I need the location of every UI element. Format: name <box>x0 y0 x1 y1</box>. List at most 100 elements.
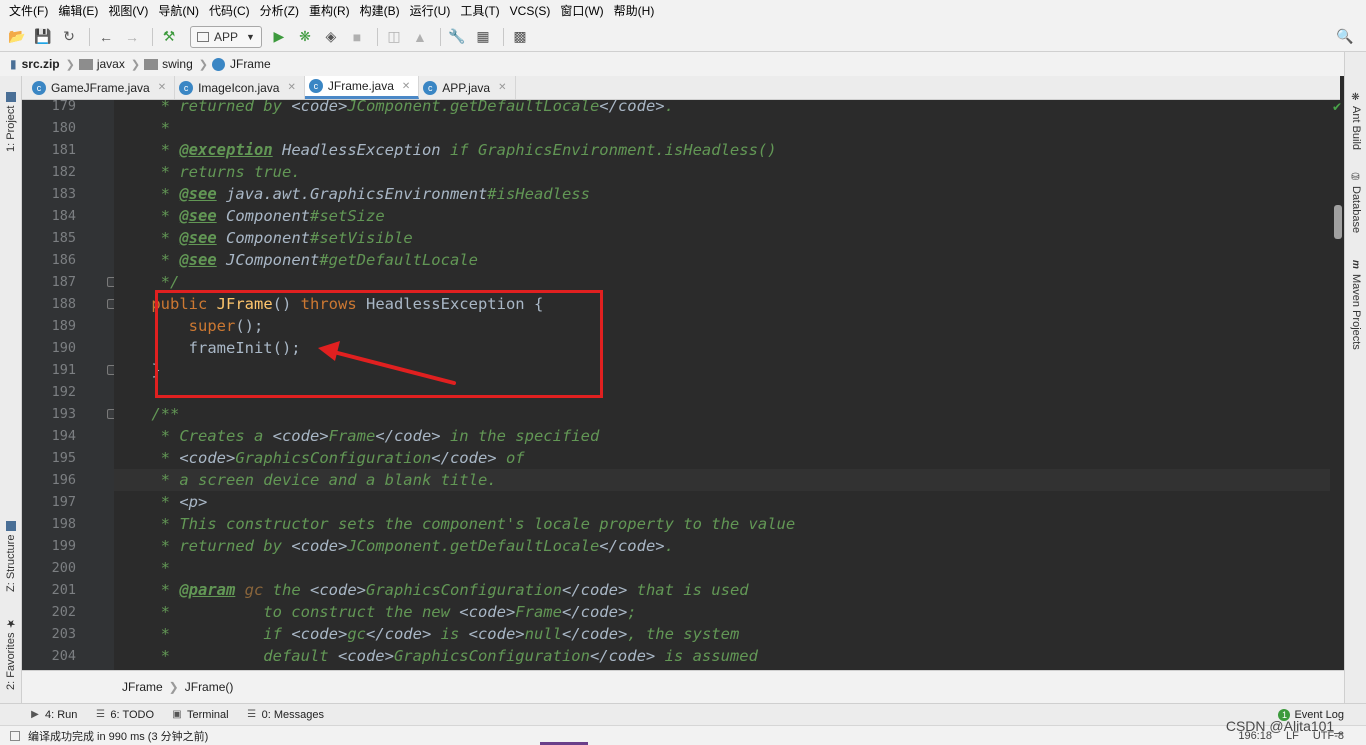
fold-marker-icon[interactable] <box>107 277 114 287</box>
attach-icon[interactable]: ◫ <box>383 26 405 48</box>
line-number: 184 <box>51 208 76 224</box>
menu-item[interactable]: 文件(F) <box>4 0 53 22</box>
project-structure-icon[interactable]: ▦ <box>472 26 494 48</box>
menu-item[interactable]: 帮助(H) <box>609 0 660 22</box>
sync-icon[interactable]: ↻ <box>58 26 80 48</box>
menu-item[interactable]: 视图(V) <box>103 0 153 22</box>
coverage-icon[interactable]: ◈ <box>320 26 342 48</box>
maven-tool-button[interactable]: m Maven Projects <box>1348 260 1364 370</box>
scroll-thumb[interactable] <box>1334 205 1342 239</box>
toolbar-divider <box>152 27 153 46</box>
menu-item[interactable]: VCS(S) <box>505 0 556 22</box>
code-line: * <box>114 117 1330 139</box>
build-hammer-icon[interactable]: ⚒ <box>158 26 180 48</box>
fold-marker-icon[interactable] <box>107 409 114 419</box>
code-token: </code> <box>431 449 497 467</box>
code-token: </code> <box>365 625 432 643</box>
fold-marker-icon[interactable] <box>107 365 114 375</box>
structure-icon <box>6 520 16 531</box>
menu-item[interactable]: 运行(U) <box>405 0 456 22</box>
fold-marker-icon[interactable] <box>107 299 114 309</box>
folder-icon <box>78 58 93 70</box>
close-icon[interactable]: ✕ <box>158 82 166 93</box>
code-line: * @see JComponent#getDefaultLocale <box>114 249 1330 271</box>
menu-item[interactable]: 重构(R) <box>304 0 355 22</box>
java-class-icon: c <box>308 79 323 93</box>
tab-imageicon[interactable]: c ImageIcon.java ✕ <box>175 76 305 99</box>
menu-item[interactable]: 导航(N) <box>153 0 204 22</box>
code-token: @see <box>179 185 217 203</box>
code-token: * <box>114 581 180 599</box>
menu-item[interactable]: 分析(Z) <box>255 0 304 22</box>
code-line: * Creates a <code>Frame</code> in the sp… <box>114 425 1330 447</box>
tab-gamejframe[interactable]: c GameJFrame.java ✕ <box>28 76 176 99</box>
forward-icon[interactable]: → <box>121 26 143 48</box>
crumb-class[interactable]: JFrame <box>122 680 163 694</box>
close-icon[interactable]: ✕ <box>287 82 295 93</box>
menu-item[interactable]: 窗口(W) <box>555 0 608 22</box>
line-number: 202 <box>51 604 76 620</box>
code-token: JComponent <box>226 251 320 269</box>
code-token: the <box>263 581 311 599</box>
code-token: </code> <box>561 603 628 621</box>
crumb-jframe[interactable]: JFrame <box>211 57 271 71</box>
structure-tool-button[interactable]: Z: Structure <box>2 512 20 592</box>
close-icon[interactable]: ✕ <box>402 81 410 92</box>
project-tool-button[interactable]: 1: Project <box>2 82 20 152</box>
crumb-method[interactable]: JFrame() <box>185 680 234 694</box>
code-token: HeadlessException <box>282 141 441 159</box>
line-number: 182 <box>51 164 76 180</box>
tool-label: 0: Messages <box>261 708 324 721</box>
menu-item[interactable]: 代码(C) <box>204 0 255 22</box>
inspection-ok-icon: ✔ <box>1331 100 1343 114</box>
messages-tool-button[interactable]: ☰ 0: Messages <box>247 709 324 721</box>
ant-build-tool-button[interactable]: ❋ Ant Build <box>1348 92 1364 162</box>
line-number: 190 <box>51 340 76 356</box>
code-token: Frame <box>515 603 562 621</box>
settings-wrench-icon[interactable]: 🔧 <box>446 26 468 48</box>
code-line: * @see Component#setVisible <box>114 227 1330 249</box>
database-tool-button[interactable]: ⛁ Database <box>1348 172 1364 242</box>
save-icon[interactable]: 💾 <box>32 26 54 48</box>
open-folder-icon[interactable]: 📂 <box>6 26 28 48</box>
profile-icon[interactable]: ▲ <box>409 26 431 48</box>
code-token: <code> <box>468 625 525 643</box>
run-config-select[interactable]: APP ▼ <box>190 25 262 48</box>
tab-app[interactable]: c APP.java ✕ <box>419 76 516 99</box>
search-icon[interactable]: 🔍 <box>1334 26 1356 48</box>
crumb-swing[interactable]: swing ❯ <box>144 57 208 71</box>
code-token: is <box>431 625 469 643</box>
code-token: Component <box>226 229 310 247</box>
run-tool-button[interactable]: ▶ 4: Run <box>30 709 77 721</box>
code-line: * @see Component#setSize <box>114 205 1330 227</box>
code-token: </code> <box>375 427 441 445</box>
crumb-src-zip[interactable]: ▮ src.zip ❯ <box>10 57 75 71</box>
code-token: #setVisible <box>310 229 413 247</box>
line-number: 179 <box>51 100 76 114</box>
line-number: 186 <box>51 252 76 268</box>
back-icon[interactable]: ← <box>95 26 117 48</box>
menu-item[interactable]: 编辑(E) <box>53 0 103 22</box>
code-token: JComponent.getDefaultLocale <box>347 537 600 555</box>
bottom-tool-bar: ▶ 4: Run ☰ 6: TODO ▣ Terminal ☰ 0: Messa… <box>0 703 1366 725</box>
tool-windows-icon[interactable] <box>10 730 20 741</box>
editor-scrollbar[interactable] <box>1330 100 1344 670</box>
terminal-tool-button[interactable]: ▣ Terminal <box>172 709 228 721</box>
tool-label: Z: Structure <box>5 534 17 592</box>
stop-icon[interactable]: ■ <box>346 26 368 48</box>
todo-tool-button[interactable]: ☰ 6: TODO <box>95 709 154 721</box>
crumb-javax[interactable]: javax ❯ <box>78 57 140 71</box>
code-token: </code> <box>599 100 665 115</box>
run-icon[interactable]: ▶ <box>268 26 290 48</box>
code-line: * <box>114 557 1330 579</box>
sdk-manager-icon[interactable]: ▩ <box>509 26 531 48</box>
favorites-tool-button[interactable]: 2: Favorites ★ <box>2 610 20 690</box>
menu-item[interactable]: 构建(B) <box>355 0 405 22</box>
line-number: 185 <box>51 230 76 246</box>
tab-jframe[interactable]: c JFrame.java ✕ <box>304 76 420 99</box>
close-icon[interactable]: ✕ <box>498 82 506 93</box>
debug-icon[interactable]: ❋ <box>294 26 316 48</box>
toolbar-divider <box>439 27 441 46</box>
code-token: . <box>664 537 674 555</box>
menu-item[interactable]: 工具(T) <box>455 0 504 22</box>
